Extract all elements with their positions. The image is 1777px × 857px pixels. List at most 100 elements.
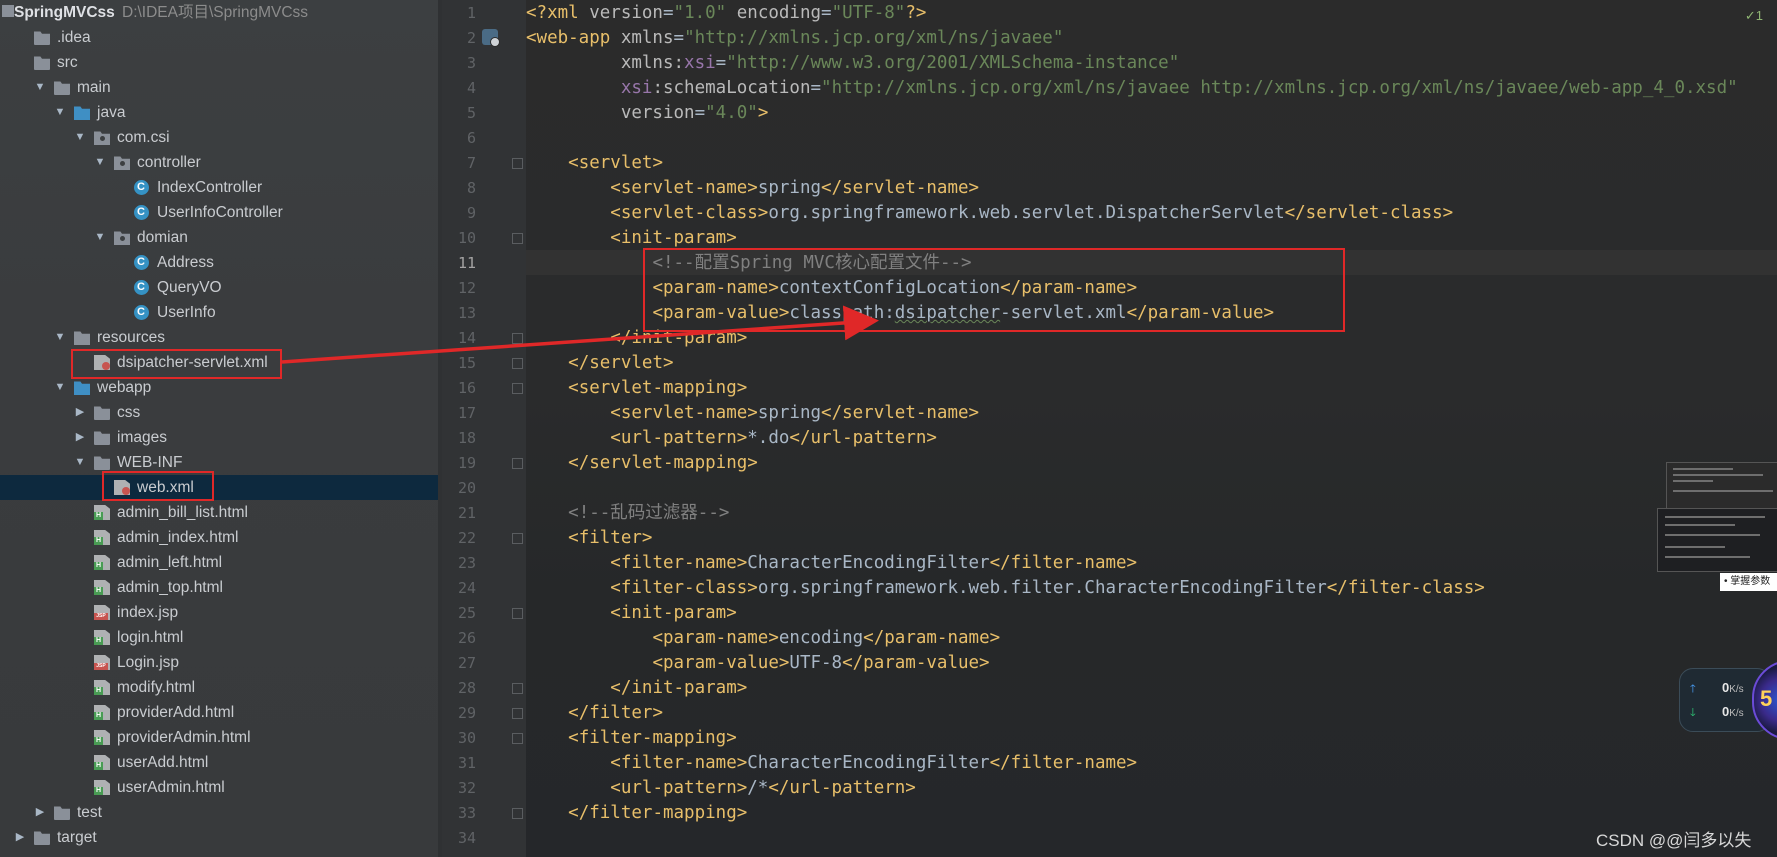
code-token: = bbox=[715, 53, 727, 73]
tree-item[interactable]: admin_top.html bbox=[0, 575, 438, 600]
code-line[interactable]: <url-pattern>*.do</url-pattern> bbox=[526, 426, 937, 451]
chevron-right-icon[interactable]: ▶ bbox=[34, 800, 46, 825]
chevron-down-icon[interactable]: ▼ bbox=[54, 375, 66, 400]
code-editor[interactable]: ✓1 <?xml version="1.0" encoding="UTF-8"?… bbox=[526, 0, 1777, 857]
code-token: <param-value> bbox=[652, 653, 790, 673]
fold-marker-icon[interactable] bbox=[512, 358, 523, 369]
fold-marker-icon[interactable] bbox=[512, 608, 523, 619]
fold-marker-icon[interactable] bbox=[512, 683, 523, 694]
tree-item[interactable]: .idea bbox=[0, 25, 438, 50]
tree-item[interactable]: UserInfo bbox=[0, 300, 438, 325]
chevron-right-icon[interactable]: ▶ bbox=[14, 825, 26, 850]
chevron-down-icon[interactable]: ▼ bbox=[34, 75, 46, 100]
code-line[interactable]: <init-param> bbox=[526, 601, 736, 626]
line-number: 5 bbox=[466, 104, 476, 122]
download-speed-unit: K/s bbox=[1729, 708, 1744, 719]
fold-marker-icon[interactable] bbox=[512, 533, 523, 544]
code-line[interactable]: <filter-class>org.springframework.web.fi… bbox=[526, 576, 1485, 601]
tree-item[interactable]: userAdd.html bbox=[0, 750, 438, 775]
tree-item[interactable]: Login.jsp bbox=[0, 650, 438, 675]
tree-item[interactable]: web.xml bbox=[0, 475, 438, 500]
tree-item[interactable]: ▶ test bbox=[0, 800, 438, 825]
tree-item[interactable]: providerAdmin.html bbox=[0, 725, 438, 750]
code-token: = bbox=[662, 3, 674, 23]
chevron-down-icon[interactable]: ▼ bbox=[94, 150, 106, 175]
tree-item-label: admin_top.html bbox=[117, 579, 223, 596]
tree-item[interactable]: ▼ java bbox=[0, 100, 438, 125]
code-token: "http://www.w3.org/2001/XMLSchema-instan… bbox=[726, 53, 1180, 73]
fold-marker-icon[interactable] bbox=[512, 708, 523, 719]
tree-item[interactable]: src bbox=[0, 50, 438, 75]
code-line[interactable]: <servlet> bbox=[526, 151, 663, 176]
fold-marker-icon[interactable] bbox=[512, 158, 523, 169]
code-line[interactable]: <?xml version="1.0" encoding="UTF-8"?> bbox=[526, 1, 926, 26]
inspection-status-badge[interactable]: ✓1 bbox=[1745, 8, 1763, 24]
tree-item[interactable]: ▼ controller bbox=[0, 150, 438, 175]
code-line[interactable]: </servlet> bbox=[526, 351, 673, 376]
tree-item[interactable]: index.jsp bbox=[0, 600, 438, 625]
tree-item[interactable]: ▼ WEB-INF bbox=[0, 450, 438, 475]
html-file-icon bbox=[94, 505, 110, 520]
fold-marker-icon[interactable] bbox=[512, 383, 523, 394]
code-line[interactable]: <servlet-name>spring</servlet-name> bbox=[526, 401, 979, 426]
chevron-down-icon[interactable]: ▼ bbox=[94, 225, 106, 250]
editor-gutter[interactable]: 1 2 3 4 5 6 7 8 9 10 11 12 13 14 15 16 17 18 19 20 21 22 23 24 2… bbox=[442, 0, 526, 857]
code-line[interactable]: <filter-name>CharacterEncodingFilter</fi… bbox=[526, 551, 1137, 576]
code-line[interactable]: <servlet-mapping> bbox=[526, 376, 747, 401]
tree-item[interactable]: modify.html bbox=[0, 675, 438, 700]
code-line[interactable]: <web-app xmlns="http://xmlns.jcp.org/xml… bbox=[526, 26, 1063, 51]
chevron-right-icon[interactable]: ▶ bbox=[74, 400, 86, 425]
code-line[interactable]: <servlet-class>org.springframework.web.s… bbox=[526, 201, 1453, 226]
chevron-down-icon[interactable]: ▼ bbox=[54, 325, 66, 350]
tree-item[interactable]: ▼ main bbox=[0, 75, 438, 100]
code-line[interactable]: version="4.0"> bbox=[526, 101, 769, 126]
code-line[interactable]: <filter-name>CharacterEncodingFilter</fi… bbox=[526, 751, 1137, 776]
project-tree[interactable]: SpringMVCss D:\IDEA项目\SpringMVCss .idea s… bbox=[0, 0, 438, 857]
code-line[interactable]: <filter-mapping> bbox=[526, 726, 737, 751]
code-line[interactable]: </filter-mapping> bbox=[526, 801, 747, 826]
tree-item[interactable]: admin_bill_list.html bbox=[0, 500, 438, 525]
thumbnail-preview[interactable]: • 掌握参数 bbox=[1657, 462, 1777, 592]
tree-item[interactable]: UserInfoController bbox=[0, 200, 438, 225]
tree-item[interactable]: ▶ target bbox=[0, 825, 438, 850]
fold-marker-icon[interactable] bbox=[512, 808, 523, 819]
fold-marker-icon[interactable] bbox=[512, 333, 523, 344]
chevron-right-icon[interactable]: ▶ bbox=[74, 425, 86, 450]
fold-marker-icon[interactable] bbox=[512, 733, 523, 744]
code-line[interactable]: xsi:schemaLocation="http://xmlns.jcp.org… bbox=[526, 76, 1738, 101]
tree-item[interactable]: IndexController bbox=[0, 175, 438, 200]
code-token: </servlet-name> bbox=[821, 403, 980, 423]
tree-item[interactable]: QueryVO bbox=[0, 275, 438, 300]
code-line[interactable]: <filter> bbox=[526, 526, 652, 551]
code-line[interactable]: </filter> bbox=[526, 701, 663, 726]
code-line[interactable]: <param-value>UTF-8</param-value> bbox=[526, 651, 989, 676]
fold-marker-icon[interactable] bbox=[512, 458, 523, 469]
tree-root-row[interactable]: SpringMVCss D:\IDEA项目\SpringMVCss bbox=[0, 0, 438, 25]
code-line[interactable]: <servlet-name>spring</servlet-name> bbox=[526, 176, 979, 201]
chevron-down-icon[interactable]: ▼ bbox=[74, 125, 86, 150]
chevron-down-icon[interactable]: ▼ bbox=[54, 100, 66, 125]
tree-item[interactable]: ▼ resources bbox=[0, 325, 438, 350]
tree-item[interactable]: ▼ domian bbox=[0, 225, 438, 250]
fold-marker-icon[interactable] bbox=[512, 233, 523, 244]
tree-item[interactable]: userAdmin.html bbox=[0, 775, 438, 800]
web-descriptor-gutter-icon[interactable] bbox=[482, 29, 500, 47]
code-line[interactable]: xmlns:xsi="http://www.w3.org/2001/XMLSch… bbox=[526, 51, 1179, 76]
tree-item[interactable]: providerAdd.html bbox=[0, 700, 438, 725]
chevron-down-icon[interactable]: ▼ bbox=[74, 450, 86, 475]
code-line[interactable]: <url-pattern>/*</url-pattern> bbox=[526, 776, 916, 801]
code-line[interactable]: <param-name>encoding</param-name> bbox=[526, 626, 1000, 651]
tree-item[interactable]: ▶ css bbox=[0, 400, 438, 425]
code-line[interactable]: </servlet-mapping> bbox=[526, 451, 758, 476]
tree-item[interactable]: login.html bbox=[0, 625, 438, 650]
code-line[interactable]: </init-param> bbox=[526, 676, 747, 701]
tree-item[interactable]: Address bbox=[0, 250, 438, 275]
line-number: 7 bbox=[466, 154, 476, 172]
tree-item-label: IndexController bbox=[157, 179, 263, 196]
tree-item[interactable]: admin_index.html bbox=[0, 525, 438, 550]
code-line[interactable]: <!--乱码过滤器--> bbox=[526, 501, 729, 526]
tree-item[interactable]: admin_left.html bbox=[0, 550, 438, 575]
tree-item[interactable]: ▶ images bbox=[0, 425, 438, 450]
source-folder-icon bbox=[74, 106, 90, 120]
tree-item[interactable]: ▼ com.csi bbox=[0, 125, 438, 150]
